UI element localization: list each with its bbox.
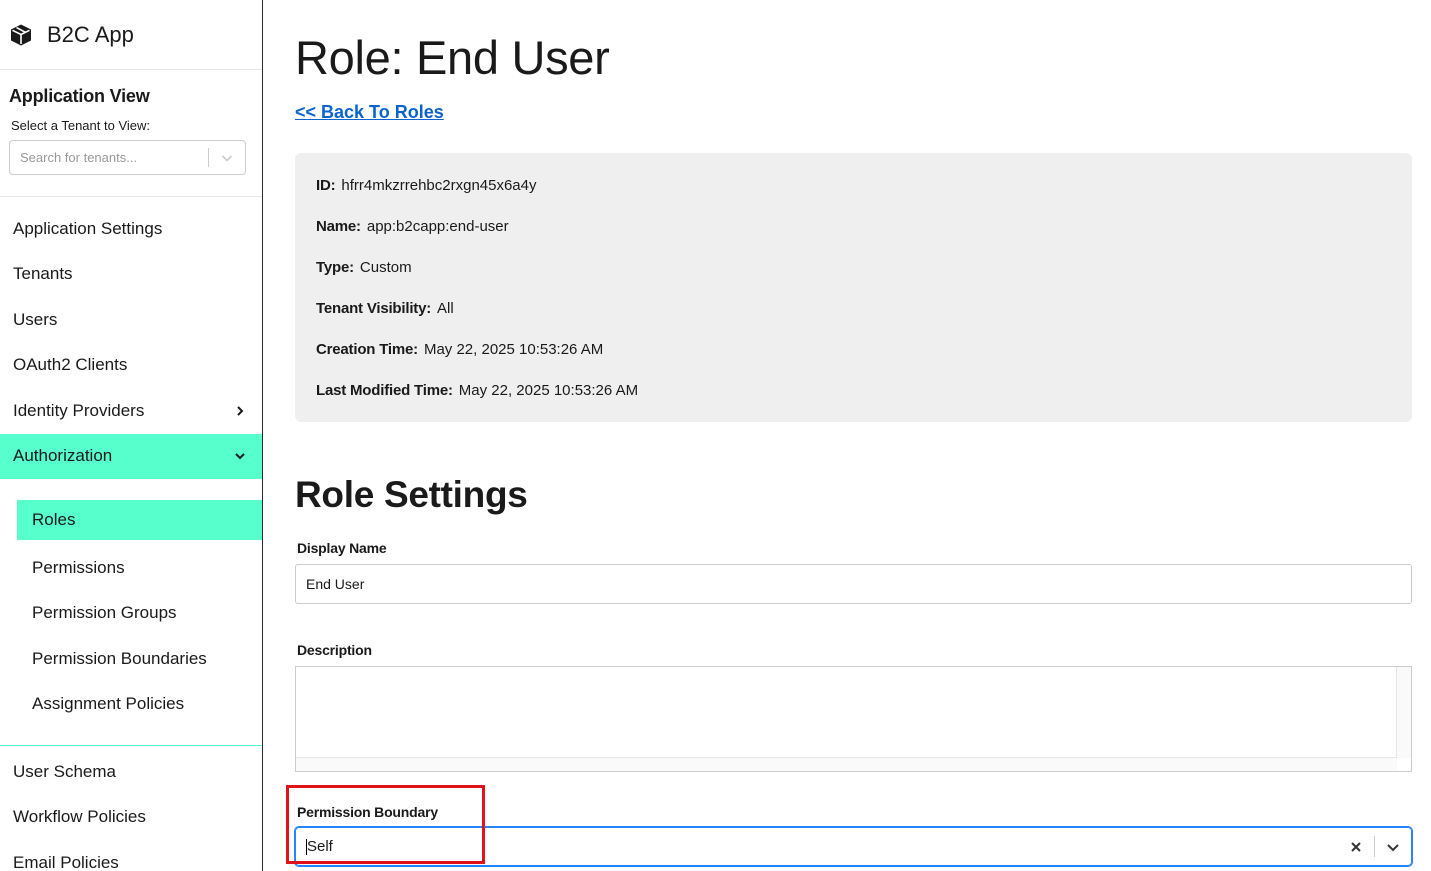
detail-id: ID: hfrr4mkzrrehbc2rxgn45x6a4y — [316, 177, 1391, 218]
role-settings-heading: Role Settings — [295, 474, 528, 515]
detail-value: All — [437, 300, 454, 317]
chevron-down-icon — [235, 453, 245, 460]
sidebar-subitem-label: Permissions — [32, 557, 125, 577]
detail-value: May 22, 2025 10:53:26 AM — [458, 382, 639, 399]
application-view-panel: Application View Select a Tenant to View… — [0, 70, 262, 197]
sidebar-nav: Application Settings Tenants Users OAuth… — [0, 197, 262, 479]
application-view-heading: Application View — [9, 86, 150, 106]
chevron-right-icon — [237, 406, 244, 416]
detail-last-modified-time: Last Modified Time: May 22, 2025 10:53:26… — [316, 382, 1391, 423]
permission-boundary-value: Self — [307, 837, 333, 855]
description-field[interactable] — [295, 666, 1412, 772]
sidebar-subitem-label: Permission Groups — [32, 603, 177, 623]
back-to-roles-link[interactable]: << Back To Roles — [295, 102, 444, 123]
sidebar-subitem-label: Assignment Policies — [32, 694, 185, 714]
sidebar-item-label: Authorization — [13, 446, 113, 466]
sidebar-subitem-permission-groups[interactable]: Permission Groups — [17, 591, 262, 637]
app-name: B2C App — [47, 21, 134, 47]
sidebar-item-workflow-policies[interactable]: Workflow Policies — [0, 795, 262, 841]
page-title: Role: End User — [295, 31, 610, 84]
detail-label: Tenant Visibility: — [316, 300, 432, 317]
sidebar-item-label: Workflow Policies — [13, 807, 146, 827]
detail-label: Creation Time: — [316, 341, 418, 358]
detail-label: Name: — [316, 218, 361, 235]
sidebar-subitem-label: Roles — [32, 510, 76, 529]
permission-boundary-label: Permission Boundary — [297, 804, 438, 820]
cube-icon — [11, 24, 31, 45]
sidebar-item-user-schema[interactable]: User Schema — [0, 749, 262, 795]
sidebar-item-label: Identity Providers — [13, 400, 145, 420]
description-label: Description — [297, 642, 372, 658]
detail-value: hfrr4mkzrrehbc2rxgn45x6a4y — [341, 177, 537, 194]
sidebar-subitem-permissions[interactable]: Permissions — [17, 545, 262, 591]
sidebar-item-tenants[interactable]: Tenants — [0, 252, 262, 298]
display-name-field[interactable]: End User — [295, 564, 1412, 604]
detail-value: Custom — [359, 259, 412, 276]
sidebar-subitem-roles[interactable]: Roles — [17, 500, 262, 540]
authorization-subnav: Roles Permissions Permission Groups Perm… — [0, 479, 262, 746]
sidebar-subitem-assignment-policies[interactable]: Assignment Policies — [17, 682, 262, 728]
horizontal-scrollbar[interactable] — [296, 757, 1397, 771]
tenant-search-input[interactable]: Search for tenants... — [10, 150, 208, 165]
sidebar-item-label: Email Policies — [13, 852, 119, 871]
sidebar-item-label: OAuth2 Clients — [13, 355, 128, 375]
sidebar-item-label: User Schema — [13, 761, 116, 781]
permission-boundary-select[interactable]: Self — [295, 827, 1412, 866]
sidebar-item-identity-providers[interactable]: Identity Providers — [0, 388, 262, 434]
sidebar-nav-bottom: User Schema Workflow Policies Email Poli… — [0, 746, 262, 871]
sidebar-item-users[interactable]: Users — [0, 297, 262, 343]
detail-label: ID: — [316, 177, 336, 194]
sidebar-subitem-label: Permission Boundaries — [32, 648, 207, 668]
sidebar-item-email-policies[interactable]: Email Policies — [0, 840, 262, 871]
permission-boundary-input[interactable]: Self — [296, 837, 1338, 856]
sidebar-item-label: Users — [13, 309, 58, 329]
sidebar-item-authorization[interactable]: Authorization — [0, 433, 262, 479]
detail-name: Name: app:b2capp:end-user — [316, 218, 1391, 259]
vertical-scrollbar[interactable] — [1396, 667, 1411, 758]
detail-value: app:b2capp:end-user — [366, 218, 509, 235]
detail-label: Last Modified Time: — [316, 382, 453, 399]
tenant-search-select[interactable]: Search for tenants... — [9, 140, 246, 175]
detail-tenant-visibility: Tenant Visibility: All — [316, 300, 1391, 341]
detail-creation-time: Creation Time: May 22, 2025 10:53:26 AM — [316, 341, 1391, 382]
chevron-down-icon[interactable] — [1375, 828, 1411, 865]
chevron-down-icon[interactable] — [209, 141, 245, 174]
tenant-select-label: Select a Tenant to View: — [11, 118, 151, 133]
detail-value: May 22, 2025 10:53:26 AM — [423, 341, 604, 358]
detail-label: Type: — [316, 259, 354, 276]
sidebar-subitem-permission-boundaries[interactable]: Permission Boundaries — [17, 636, 262, 682]
close-icon[interactable] — [1338, 828, 1374, 865]
sidebar-item-application-settings[interactable]: Application Settings — [0, 206, 262, 252]
sidebar-item-label: Tenants — [13, 264, 73, 284]
sidebar-item-label: Application Settings — [13, 218, 163, 238]
sidebar: B2C App Application View Select a Tenant… — [0, 0, 263, 871]
brand-header[interactable]: B2C App — [0, 0, 262, 70]
detail-type: Type: Custom — [316, 259, 1391, 300]
sidebar-item-oauth2-clients[interactable]: OAuth2 Clients — [0, 343, 262, 389]
role-details-panel: ID: hfrr4mkzrrehbc2rxgn45x6a4y Name: app:b… — [295, 153, 1412, 422]
display-name-label: Display Name — [297, 540, 387, 556]
main-content: Role: End User << Back To Roles ID: hfrr4… — [295, 0, 1412, 866]
